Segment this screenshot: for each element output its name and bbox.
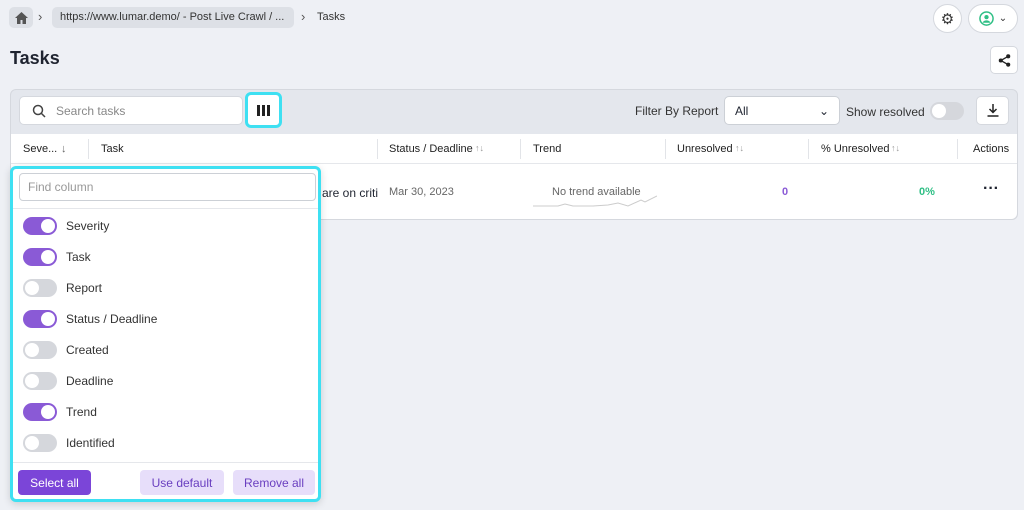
breadcrumb-current: Tasks xyxy=(317,11,346,23)
column-picker-popup: Find column Severity Task Report Status … xyxy=(10,166,321,502)
toggle-label: Created xyxy=(66,343,109,357)
toggle-switch[interactable] xyxy=(23,341,57,359)
column-toggle-created[interactable]: Created xyxy=(23,341,109,359)
toggle-label: Report xyxy=(66,281,103,295)
sort-desc-icon[interactable]: ↓ xyxy=(61,143,67,155)
filter-report-select[interactable]: All ⌄ xyxy=(724,96,840,125)
home-icon xyxy=(14,11,28,24)
share-icon xyxy=(998,53,1010,67)
sort-icon[interactable]: ↑↓ xyxy=(735,143,744,153)
trend-text: No trend available xyxy=(552,186,641,198)
user-avatar-icon xyxy=(978,11,994,26)
columns-button[interactable] xyxy=(245,92,282,128)
toggle-switch[interactable] xyxy=(23,403,57,421)
more-actions-icon[interactable]: ··· xyxy=(983,180,999,198)
chevron-right-icon: › xyxy=(301,9,306,24)
download-button[interactable] xyxy=(976,96,1009,125)
sort-icon[interactable]: ↑↓ xyxy=(475,143,484,153)
pct-unresolved: 0% xyxy=(919,186,935,198)
toggle-switch[interactable] xyxy=(23,279,57,297)
select-all-button[interactable]: Select all xyxy=(18,470,91,495)
column-toggle-task[interactable]: Task xyxy=(23,248,91,266)
filter-value: All xyxy=(735,104,749,118)
page-title: Tasks xyxy=(10,48,60,68)
toggle-label: Identified xyxy=(66,436,115,450)
toggle-switch[interactable] xyxy=(23,310,57,328)
toggle-switch[interactable] xyxy=(23,248,57,266)
unresolved-count: 0 xyxy=(782,186,789,198)
col-header-trend: Trend xyxy=(533,143,562,155)
toggle-label: Status / Deadline xyxy=(66,312,158,326)
column-toggle-deadline[interactable]: Deadline xyxy=(23,372,113,390)
chevron-down-icon: ⌄ xyxy=(998,13,1008,24)
share-button[interactable] xyxy=(990,46,1018,74)
col-header-pct-unresolved[interactable]: % Unresolved xyxy=(821,143,889,155)
remove-all-button[interactable]: Remove all xyxy=(233,470,315,495)
show-resolved-toggle[interactable] xyxy=(930,102,964,120)
column-toggle-report[interactable]: Report xyxy=(23,279,102,297)
toggle-label: Deadline xyxy=(66,374,114,388)
search-input[interactable]: Search tasks xyxy=(19,96,243,125)
show-resolved-label: Show resolved xyxy=(846,105,925,119)
column-toggle-status-deadline[interactable]: Status / Deadline xyxy=(23,310,157,328)
settings-button[interactable]: ⚙ xyxy=(933,4,962,33)
home-button[interactable] xyxy=(9,7,33,28)
columns-icon xyxy=(257,104,270,116)
use-default-button[interactable]: Use default xyxy=(140,470,224,495)
col-header-severity[interactable]: Seve... xyxy=(23,143,57,155)
chevron-down-icon: ⌄ xyxy=(818,104,829,118)
gear-icon: ⚙ xyxy=(940,10,955,28)
toggle-switch[interactable] xyxy=(23,434,57,452)
toggle-label: Trend xyxy=(66,405,97,419)
breadcrumb-crawl-link[interactable]: https://www.lumar.demo/ - Post Live Craw… xyxy=(52,7,294,28)
task-name[interactable]: are on criti xyxy=(322,186,378,200)
col-header-status-deadline[interactable]: Status / Deadline xyxy=(389,143,473,155)
account-menu-button[interactable]: ⌄ xyxy=(968,4,1018,33)
column-toggle-identified[interactable]: Identified xyxy=(23,434,115,452)
sort-icon[interactable]: ↑↓ xyxy=(891,143,900,153)
find-column-input[interactable]: Find column xyxy=(19,173,316,201)
col-header-unresolved[interactable]: Unresolved xyxy=(677,143,733,155)
column-toggle-severity[interactable]: Severity xyxy=(23,217,109,235)
download-icon xyxy=(987,104,998,117)
toggle-label: Task xyxy=(66,250,91,264)
toggle-label: Severity xyxy=(66,219,110,233)
search-icon xyxy=(32,104,46,118)
toggle-switch[interactable] xyxy=(23,217,57,235)
search-placeholder: Search tasks xyxy=(56,103,126,118)
col-header-actions: Actions xyxy=(973,143,1010,155)
col-header-task[interactable]: Task xyxy=(101,143,124,155)
toggle-switch[interactable] xyxy=(23,372,57,390)
deadline: Mar 30, 2023 xyxy=(389,186,454,198)
filter-label: Filter By Report xyxy=(635,104,719,118)
column-toggle-trend[interactable]: Trend xyxy=(23,403,97,421)
chevron-right-icon: › xyxy=(38,9,43,24)
